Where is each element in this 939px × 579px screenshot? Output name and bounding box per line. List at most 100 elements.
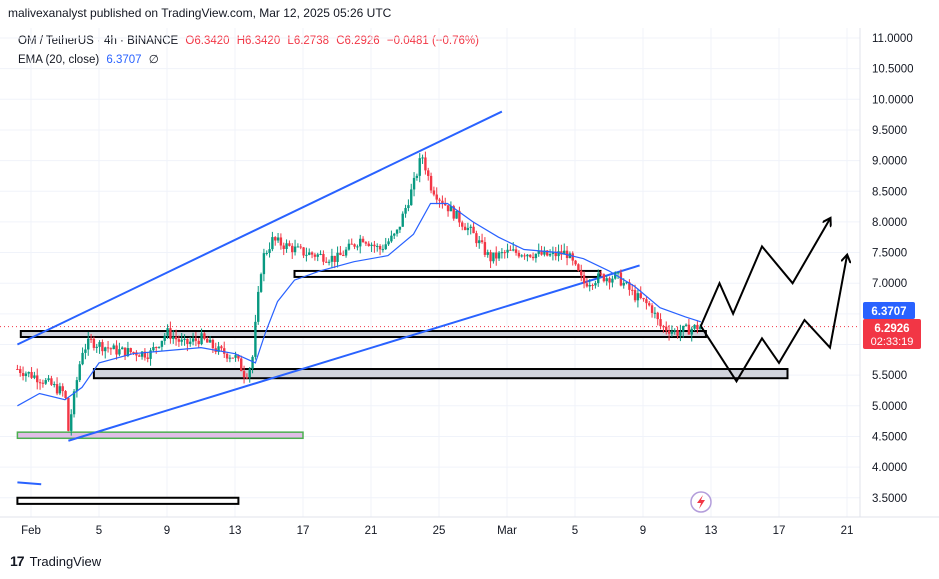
- candle-up: [588, 284, 591, 287]
- price-tick-label: 8.0000: [872, 217, 907, 229]
- candle-down: [61, 386, 64, 392]
- candle-up: [265, 252, 268, 254]
- candle-up: [33, 375, 36, 378]
- candle-up: [75, 380, 79, 392]
- candle-up: [268, 249, 271, 253]
- candle-down: [435, 194, 438, 200]
- candle-up: [679, 331, 682, 336]
- candle-up: [605, 278, 608, 282]
- candle-down: [313, 254, 317, 257]
- candle-down: [444, 203, 447, 206]
- time-tick-label: 17: [773, 525, 786, 537]
- candle-up: [259, 274, 263, 292]
- candle-down: [602, 274, 606, 282]
- candle-down: [225, 353, 229, 359]
- candle-down: [223, 348, 226, 354]
- candle-down: [288, 243, 291, 246]
- candle-down: [463, 226, 467, 231]
- time-tick-label: 17: [297, 525, 310, 537]
- candle-down: [242, 371, 246, 378]
- candle-down: [64, 391, 67, 398]
- time-axis[interactable]: Feb 5 9 13 17 21 25 Mar 5 9 13 17 21: [21, 525, 853, 537]
- time-tick-label: Feb: [21, 525, 41, 537]
- candle-up: [166, 328, 169, 336]
- candle-up: [376, 245, 379, 247]
- lightning-icon[interactable]: [690, 491, 712, 513]
- candle-up: [172, 336, 175, 339]
- candle-up: [412, 177, 416, 190]
- candle-down: [665, 326, 668, 331]
- candle-up: [390, 235, 393, 242]
- candle-down: [55, 384, 59, 394]
- candle-down: [514, 249, 518, 253]
- candle-up: [359, 238, 362, 247]
- candle-up: [285, 243, 288, 249]
- candle-down: [367, 243, 370, 246]
- candle-down: [577, 264, 580, 271]
- price-tick-label: 5.5000: [872, 370, 907, 382]
- time-tick-label: 13: [705, 525, 718, 537]
- candle-down: [89, 338, 93, 340]
- candle-up: [384, 244, 387, 250]
- candle-down: [582, 275, 586, 284]
- zone-bottom: [16, 496, 240, 505]
- last-price-text: 6.2926: [874, 323, 909, 335]
- candle-down: [109, 348, 113, 350]
- tradingview-footer[interactable]: 17 TradingView: [10, 553, 101, 569]
- candle-up: [121, 347, 124, 350]
- candle-up: [466, 227, 470, 231]
- candle-up: [157, 346, 161, 348]
- candle-up: [208, 339, 212, 343]
- candle-down: [342, 255, 345, 257]
- candle-up: [636, 293, 640, 301]
- price-axis[interactable]: 11.0000 10.5000 10.0000 9.5000 9.0000 8.5000 8…: [872, 33, 914, 505]
- candle-up: [308, 252, 311, 255]
- candle-up: [418, 158, 421, 176]
- projection-layer: [699, 219, 847, 384]
- candle-down: [203, 333, 206, 339]
- candle-down: [480, 240, 484, 243]
- candle-down: [667, 330, 671, 334]
- candle-up: [78, 364, 81, 381]
- candle-up: [512, 249, 515, 251]
- price-chart[interactable]: 11.0000 10.5000 10.0000 9.5000 9.0000 8.5000 8…: [0, 0, 939, 579]
- ema-price-text: 6.3707: [871, 306, 906, 318]
- candle-up: [251, 356, 254, 369]
- candle-down: [282, 245, 285, 249]
- candle-up: [673, 330, 676, 332]
- candle-down: [687, 324, 691, 335]
- time-tick-label: 5: [572, 525, 578, 537]
- price-tags: 6.3707 6.2926 02:33:19: [863, 302, 921, 349]
- candle-down: [322, 253, 325, 262]
- demand-zone-low: [16, 431, 304, 440]
- candle-down: [639, 293, 642, 299]
- candle-down: [662, 326, 665, 328]
- candle-up: [415, 175, 419, 178]
- candle-down: [523, 255, 526, 257]
- candle-up: [293, 246, 297, 253]
- candle-down: [645, 299, 648, 304]
- candle-down: [106, 347, 110, 349]
- price-tick-label: 7.5000: [872, 248, 907, 260]
- wedge-lower-trendline: [68, 264, 640, 442]
- candle-down: [503, 252, 506, 254]
- price-tick-label: 11.0000: [872, 33, 913, 45]
- candle-down: [155, 347, 158, 349]
- candle-down: [245, 377, 249, 379]
- candle-up: [520, 255, 523, 257]
- candle-up: [526, 254, 529, 257]
- candle-down: [361, 238, 365, 243]
- candle-down: [123, 347, 127, 357]
- candle-up: [653, 312, 657, 314]
- candle-up: [492, 252, 495, 262]
- candle-up: [160, 340, 164, 347]
- candle-down: [585, 283, 589, 287]
- candle-down: [291, 245, 294, 253]
- candle-up: [347, 243, 351, 250]
- candle-down: [38, 382, 42, 384]
- candle-up: [478, 240, 481, 244]
- candle-down: [138, 355, 141, 357]
- candle-down: [608, 278, 611, 283]
- candle-up: [262, 253, 266, 275]
- candle-down: [206, 338, 209, 343]
